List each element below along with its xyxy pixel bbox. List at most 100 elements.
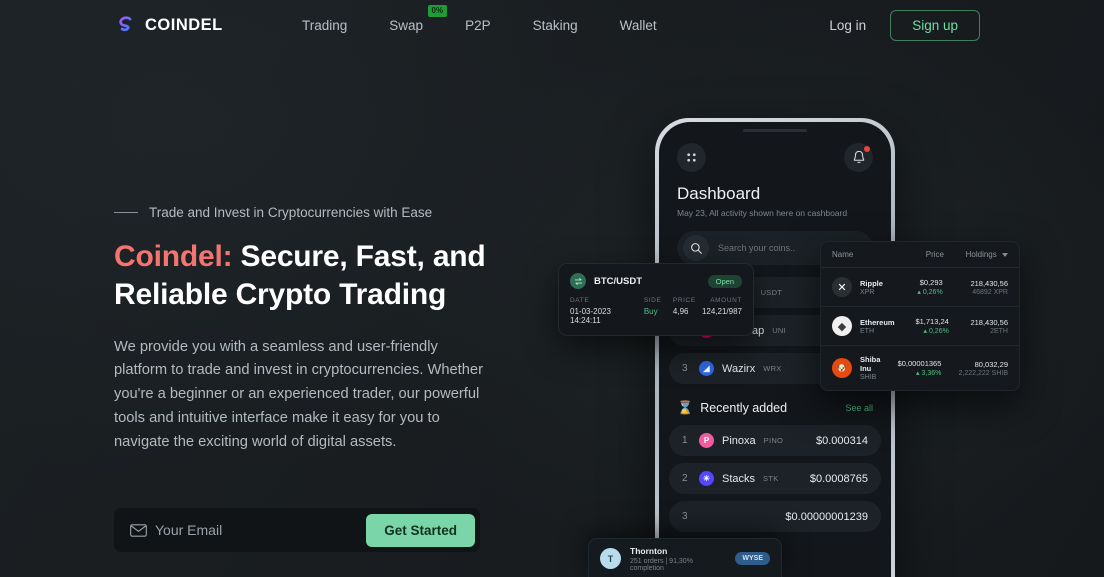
signup-button[interactable]: Sign up	[890, 9, 980, 41]
column-header-price: Price	[925, 250, 944, 259]
nav-link-trading-label: Trading	[302, 17, 348, 33]
recent-price: $0.000314	[816, 434, 868, 447]
dashboard-subtitle: May 23, All activity shown here on cashb…	[677, 208, 848, 218]
pinoxa-icon: P	[699, 433, 714, 448]
nav-actions: Log in Sign up	[829, 9, 980, 41]
coin-symbol: WRX	[763, 364, 782, 373]
holdings-price-cell: $0,00001365 ▴ 3,36%	[888, 359, 942, 377]
table-row[interactable]: ✕ Ripple XPR $0,293 ▴ 0,26% 218,430,56 4…	[821, 268, 1019, 307]
btc-side-value: Buy	[643, 307, 658, 316]
swap-arrows-icon	[570, 273, 586, 289]
holdings-coin-name: Ethereum	[860, 317, 895, 327]
page-title: Coindel: Secure, Fast, and Reliable Cryp…	[114, 238, 534, 314]
mail-icon	[130, 523, 147, 537]
nav-link-p2p-label: P2P	[465, 17, 491, 33]
recent-symbol: STK	[763, 474, 779, 483]
menu-button[interactable]	[677, 143, 706, 172]
coindel-logo-icon	[119, 16, 132, 32]
table-row[interactable]: ◆ Ethereum ETH $1,713,24 ▴ 0,26% 218,430…	[821, 307, 1019, 346]
get-started-button[interactable]: Get Started	[366, 513, 475, 547]
nav-link-p2p[interactable]: P2P	[463, 14, 493, 37]
caret-down-icon	[1002, 253, 1008, 257]
trader-name: Thornton	[630, 545, 668, 556]
column-header-name: Name	[832, 250, 854, 259]
holdings-amount-cell: 218,430,56 2ETH	[957, 318, 1008, 335]
hero-eyebrow-text: Trade and Invest in Cryptocurrencies wit…	[149, 205, 433, 220]
recently-added-header: ⌛ Recently added See all	[677, 400, 873, 416]
column-header-holdings-label: Holdings	[965, 250, 997, 259]
holdings-coin-name: Ripple	[860, 278, 883, 288]
btc-amount-label: AMOUNT	[710, 297, 742, 304]
ethereum-icon: ◆	[832, 316, 852, 336]
table-row[interactable]: 🐶 Shiba Inu SHIB $0,00001365 ▴ 3,36% 80,…	[821, 346, 1019, 390]
headline-accent: Coindel:	[114, 240, 233, 273]
holdings-price-cell: $0,293 ▴ 0,26%	[891, 278, 943, 296]
recent-rank: 1	[682, 435, 688, 446]
login-link[interactable]: Log in	[829, 18, 866, 33]
holdings-name-cell: Shiba Inu SHIB	[860, 355, 880, 381]
holdings-name-cell: Ethereum ETH	[860, 318, 895, 335]
status-badge: WYSE	[735, 552, 770, 565]
nav-link-staking[interactable]: Staking	[531, 14, 580, 37]
btc-price-label: PRICE	[672, 297, 696, 304]
btc-date-label: DATE	[570, 297, 590, 304]
btc-field-price: PRICE 4,96	[673, 297, 698, 325]
swap-badge: 0%	[427, 4, 448, 17]
nav-link-wallet-label: Wallet	[619, 17, 657, 33]
holdings-amount-cell: 218,430,56 46892 XPR	[951, 279, 1008, 296]
brand-name: COINDEL	[145, 15, 223, 34]
recent-price: $0.0008765	[809, 472, 868, 485]
nav-link-swap-label: Swap	[389, 17, 424, 33]
hero-eyebrow: Trade and Invest in Cryptocurrencies wit…	[114, 205, 534, 220]
coin-symbol: UNI	[772, 326, 787, 335]
email-signup-form: Get Started	[114, 508, 480, 552]
holdings-price: $0,00001365	[897, 359, 942, 368]
list-item[interactable]: 2 ✳ Stacks STK $0.0008765	[669, 463, 881, 494]
holdings-price-cell: $1,713,24 ▴ 0,26%	[903, 317, 949, 335]
recent-rank: 2	[682, 473, 688, 484]
trader-info: Thornton 251 orders | 91,30% completion	[630, 546, 726, 572]
list-item[interactable]: 3 $0.00000001239	[669, 501, 881, 532]
nav-link-swap[interactable]: Swap 0%	[387, 4, 448, 37]
holdings-change-value: 0,26%	[922, 289, 943, 296]
trader-card[interactable]: T Thornton 251 orders | 91,30% completio…	[588, 538, 782, 577]
btc-side-label: SIDE	[643, 297, 662, 304]
holdings-amount-cell: 80,032,29 2,222,222 SHIB	[949, 360, 1008, 377]
bell-icon	[853, 150, 864, 164]
column-header-holdings[interactable]: Holdings	[944, 250, 1008, 259]
recently-added-title: Recently added	[700, 401, 788, 415]
nav-link-staking-label: Staking	[532, 17, 578, 33]
email-input[interactable]	[155, 522, 367, 538]
brand-logo[interactable]: COINDEL	[114, 14, 223, 36]
btc-card-fields: DATE 01-03-2023 14:24:11 SIDE Buy PRICE …	[570, 297, 742, 325]
btc-pair-label: BTC/USDT	[594, 275, 643, 287]
nav-link-wallet[interactable]: Wallet	[618, 14, 659, 37]
stacks-icon: ✳	[699, 471, 714, 486]
nav-links: Trading Swap 0% P2P Staking Wallet	[300, 4, 659, 37]
btc-field-side: SIDE Buy	[644, 297, 669, 325]
trader-stats: 251 orders | 91,30% completion	[630, 557, 693, 572]
see-all-link[interactable]: See all	[845, 403, 873, 413]
shiba-inu-icon: 🐶	[832, 358, 852, 378]
hourglass-icon: ⌛	[677, 400, 694, 415]
holdings-coin-symbol: SHIB	[860, 374, 877, 381]
holdings-amount: 80,032,29	[974, 359, 1008, 369]
notifications-button[interactable]	[844, 143, 873, 172]
list-item[interactable]: 1 P Pinoxa PINO $0.000314	[669, 425, 881, 456]
recent-name: Pinoxa	[722, 434, 756, 447]
page-root: COINDEL Trading Swap 0% P2P Staking Wall…	[0, 0, 1104, 577]
holdings-amount: 218,430,56	[970, 317, 1008, 327]
holdings-coin-symbol: XPR	[860, 288, 875, 296]
holdings-change: ▴ 0,26%	[917, 289, 943, 296]
nav-link-trading[interactable]: Trading	[300, 14, 349, 37]
holdings-amount-sub: 2ETH	[990, 327, 1008, 335]
holdings-coin-symbol: ETH	[860, 327, 874, 335]
btc-card-header: BTC/USDT Open	[570, 273, 742, 289]
dots-grid-icon	[687, 153, 696, 162]
coin-name: Wazirx	[722, 362, 756, 375]
holdings-change-value: 0,26%	[928, 328, 949, 335]
recent-price: $0.00000001239	[785, 510, 868, 523]
btc-field-amount: AMOUNT 124,21/987	[702, 297, 742, 325]
holdings-coin-name: Shiba Inu	[860, 355, 881, 373]
avatar: T	[600, 548, 621, 569]
